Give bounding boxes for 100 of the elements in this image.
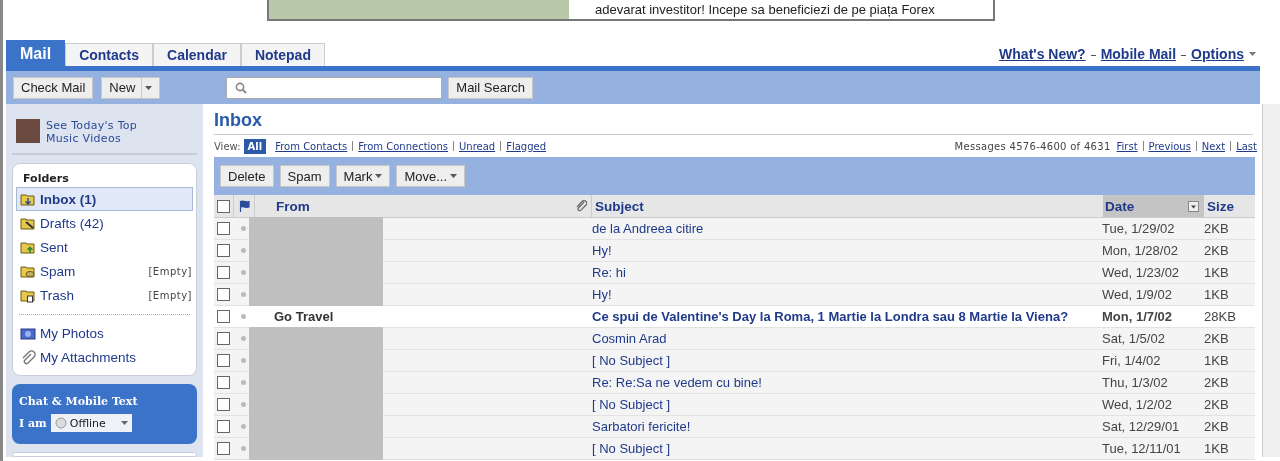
view-filter-link[interactable]: Unread: [459, 140, 496, 152]
folder-icon: [20, 191, 36, 207]
folder-name: Trash: [40, 287, 75, 303]
folder-item[interactable]: Sent: [16, 235, 193, 259]
subject-link[interactable]: Cosmin Arad: [592, 331, 667, 346]
size-text: 28KB: [1204, 309, 1236, 324]
photos-link[interactable]: My Photos: [16, 321, 193, 345]
search-field[interactable]: [226, 76, 443, 99]
tab[interactable]: Mail: [6, 40, 66, 66]
action-button[interactable]: Move...: [396, 165, 466, 187]
status-dot: [240, 358, 246, 363]
status-dot: [240, 402, 246, 407]
status-dot: [240, 380, 246, 385]
folder-name: Sent: [40, 239, 69, 255]
date-text: Thu, 1/3/02: [1102, 375, 1168, 390]
attachments-link[interactable]: My Attachments: [16, 345, 193, 369]
link[interactable]: Mobile Mail: [1100, 46, 1177, 62]
options-menu[interactable]: Options: [1191, 46, 1256, 62]
folder-item[interactable]: Inbox (1): [16, 187, 193, 211]
size-text: 1KB: [1204, 353, 1229, 368]
paging-link[interactable]: Next: [1201, 140, 1226, 152]
date-text: Mon, 1/28/02: [1102, 243, 1178, 258]
folder-name: Inbox (1): [40, 191, 98, 207]
date-text: Wed, 1/9/02: [1102, 287, 1172, 302]
view-label: View:: [214, 140, 241, 152]
subject-link[interactable]: [ No Subject ]: [592, 441, 671, 456]
row-checkbox[interactable]: [217, 376, 230, 389]
paperclip-icon: [575, 199, 587, 213]
folder-item[interactable]: Trash [Empty]: [16, 283, 193, 307]
row-checkbox[interactable]: [217, 398, 230, 411]
subject-link[interactable]: Ce spui de Valentine's Day la Roma, 1 Martie la Londra sau 8 Martie la Viena?: [592, 309, 1069, 324]
row-checkbox[interactable]: [217, 332, 230, 345]
tab[interactable]: Contacts: [65, 43, 154, 66]
view-filter-link[interactable]: Flagged: [506, 140, 547, 152]
link[interactable]: What's New?: [999, 46, 1086, 62]
date-text: Mon, 1/7/02: [1102, 309, 1173, 324]
tab[interactable]: Calendar: [153, 43, 241, 66]
folders-heading: Folders: [22, 172, 70, 185]
paging-link[interactable]: First: [1116, 140, 1138, 152]
paging-link[interactable]: Last: [1236, 140, 1257, 152]
action-button[interactable]: Mark: [335, 165, 391, 187]
link-label: My Photos: [40, 325, 105, 341]
column-header[interactable]: Subject: [595, 198, 644, 214]
new-button[interactable]: New: [101, 76, 161, 99]
paging-link[interactable]: Previous: [1148, 140, 1191, 152]
date-text: Wed, 1/2/02: [1102, 397, 1172, 412]
subject-link[interactable]: Hy!: [592, 287, 612, 302]
status-dropdown[interactable]: Offline: [50, 414, 132, 432]
empty-link[interactable]: [Empty]: [148, 265, 192, 277]
search-button[interactable]: Mail Search: [448, 76, 533, 99]
view-filter-link[interactable]: All: [243, 138, 267, 154]
size-text: 2KB: [1204, 243, 1229, 258]
column-header[interactable]: From: [276, 198, 310, 214]
caret-icon: [450, 174, 458, 178]
action-button[interactable]: Delete: [220, 165, 274, 187]
promo-link[interactable]: See Today's Top Music Videos: [46, 119, 156, 145]
row-checkbox[interactable]: [217, 442, 230, 455]
status-dot: [240, 226, 246, 231]
chat-heading: Chat & Mobile Text: [19, 395, 139, 408]
row-checkbox[interactable]: [217, 288, 230, 301]
message-count: Messages 4576-4600 of 4631: [954, 140, 1111, 152]
subject-link[interactable]: Re: Re:Sa ne vedem cu bine!: [592, 375, 762, 390]
check-mail-button[interactable]: Check Mail: [13, 76, 94, 99]
subject-link[interactable]: Re: hi: [592, 265, 626, 280]
subject-link[interactable]: de la Andreea citire: [592, 221, 704, 236]
sender: Go Travel: [274, 309, 334, 324]
inbox-title: Inbox: [214, 104, 1253, 135]
folder-item[interactable]: Drafts (42): [16, 211, 193, 235]
folder-icon: [20, 263, 36, 279]
size-text: 2KB: [1204, 221, 1229, 236]
status-dot: [240, 292, 246, 297]
size-text: 1KB: [1204, 265, 1229, 280]
scrollbar[interactable]: [1262, 104, 1280, 457]
row-checkbox[interactable]: [217, 222, 230, 235]
sort-icon: [1188, 200, 1199, 212]
view-filter-link[interactable]: From Contacts: [275, 140, 348, 152]
row-checkbox[interactable]: [217, 354, 230, 367]
subject-link[interactable]: [ No Subject ]: [592, 397, 671, 412]
subject-link[interactable]: Hy!: [592, 243, 612, 258]
ad-text: adevarat investitor! Incepe sa beneficiezi de pe piața Forex: [594, 2, 935, 17]
row-checkbox[interactable]: [217, 420, 230, 433]
size-text: 1KB: [1204, 287, 1229, 302]
row-checkbox[interactable]: [217, 244, 230, 257]
subject-link[interactable]: Sarbatori fericite!: [592, 419, 691, 434]
tab[interactable]: Notepad: [240, 43, 325, 66]
row-checkbox[interactable]: [217, 266, 230, 279]
action-button[interactable]: Spam: [279, 165, 330, 187]
column-header[interactable]: Size: [1207, 198, 1234, 214]
empty-link[interactable]: [Empty]: [148, 289, 192, 301]
row-checkbox[interactable]: [217, 310, 230, 323]
paperclip-icon: [20, 349, 36, 365]
caret-icon: [1249, 52, 1256, 56]
subject-link[interactable]: [ No Subject ]: [592, 353, 671, 368]
status-dot: [240, 248, 246, 253]
folder-item[interactable]: Spam [Empty]: [16, 259, 193, 283]
view-filter-link[interactable]: From Connections: [358, 140, 448, 152]
camera-icon: [20, 325, 36, 341]
select-all-checkbox[interactable]: [217, 199, 230, 213]
flag-icon: [238, 200, 250, 212]
status-dot: [240, 446, 246, 451]
